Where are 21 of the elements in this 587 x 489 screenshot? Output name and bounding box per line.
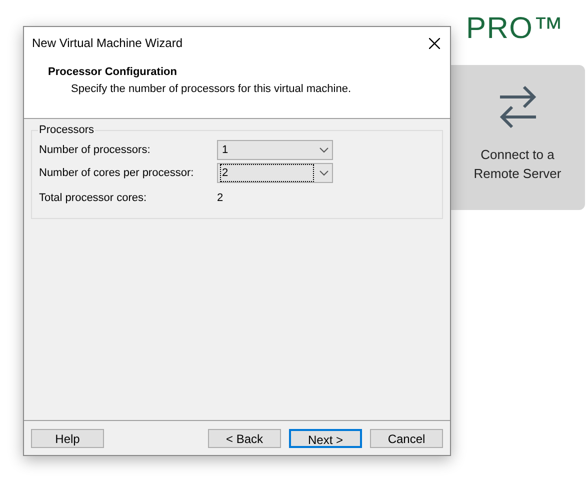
- dropdown-value: 1: [221, 142, 230, 158]
- total-label: Total processor cores:: [39, 190, 148, 206]
- field-label: Number of cores per processor:: [39, 166, 195, 181]
- page-title: Processor Configuration: [48, 65, 178, 80]
- close-icon[interactable]: [429, 38, 440, 48]
- page-subtitle: Specify the number of processors for this virtual machine.: [70, 82, 352, 96]
- dialog-button[interactable]: Help: [31, 428, 104, 448]
- window-title: New Virtual Machine Wizard: [32, 35, 182, 52]
- dialog-button[interactable]: Cancel: [370, 428, 443, 448]
- dropdown-field[interactable]: 2: [217, 163, 333, 183]
- card-label: Connect to a Remote Server: [472, 146, 562, 183]
- field-label: Number of processors:: [39, 142, 152, 158]
- chevron-down-icon: [319, 147, 329, 153]
- dialog-button[interactable]: < Back: [208, 428, 281, 448]
- chevron-down-icon: [319, 170, 329, 176]
- total-value: 2: [217, 190, 224, 206]
- dropdown-value: 2: [221, 164, 313, 182]
- product-heading: PRO™: [466, 14, 564, 44]
- dropdown-field[interactable]: 1: [217, 140, 333, 160]
- arrows-icon: [498, 85, 538, 129]
- dialog-button[interactable]: Next >: [289, 428, 362, 448]
